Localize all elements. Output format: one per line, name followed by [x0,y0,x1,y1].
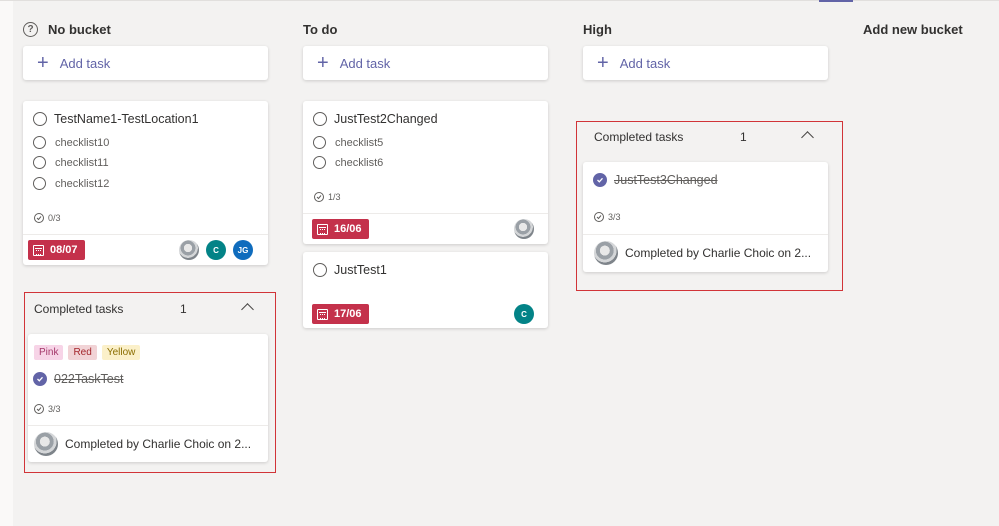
bucket-header-to-do[interactable]: To do [303,20,337,38]
task-title: TestName1-TestLocation1 [54,112,199,126]
complete-task-checkbox[interactable] [33,112,47,126]
task-title: JustTest2Changed [334,112,438,126]
checklist-item-checkbox[interactable] [33,136,46,149]
add-task-label: Add task [339,55,391,71]
avatar[interactable]: C [514,304,534,324]
add-task-label: Add task [59,55,111,71]
add-new-bucket-button[interactable]: Add new bucket [863,20,963,38]
completed-checkmark-icon[interactable] [593,173,607,187]
add-task-button-high[interactable]: + Add task [583,46,828,80]
checklist-item: checklist5 [335,136,384,149]
completed-by: Completed by Charlie Choic on 2... [594,241,811,265]
avatar[interactable] [514,219,534,239]
avatar[interactable] [179,240,199,260]
checklist-item: checklist6 [335,156,384,169]
avatar [34,432,58,456]
label-yellow: Yellow [101,345,141,360]
completed-count: 1 [740,130,747,144]
task-title: JustTest3Changed [614,173,718,187]
label-pink: Pink [34,345,64,360]
due-date-badge[interactable]: 16/06 [312,219,369,239]
checklist-progress: 0/3 [34,213,61,223]
bucket-title[interactable]: High [583,22,612,37]
bucket-header-no-bucket: ? No bucket [23,20,111,38]
completed-task-card[interactable]: Pink Red Yellow 022TaskTest 3/3 Complete… [28,334,268,462]
plus-icon: + [37,52,49,74]
checklist-progress: 3/3 [594,212,621,222]
completed-by: Completed by Charlie Choic on 2... [34,432,251,456]
calendar-icon [33,244,44,256]
completed-count: 1 [180,302,187,316]
checklist-progress: 1/3 [314,192,341,202]
bucket-title[interactable]: To do [303,22,337,37]
checklist-progress-icon [594,212,604,222]
avatar[interactable]: JG [233,240,253,260]
checklist-item-checkbox[interactable] [313,156,326,169]
add-task-label: Add task [619,55,671,71]
plus-icon: + [317,52,329,74]
completed-task-card[interactable]: JustTest3Changed 3/3 Completed by Charli… [583,162,828,272]
checklist-progress-icon [34,404,44,414]
bucket-header-high[interactable]: High [583,20,612,38]
checklist-item: checklist10 [55,136,110,149]
avatar[interactable]: C [206,240,226,260]
bucket-title: No bucket [48,21,111,37]
add-new-bucket-label[interactable]: Add new bucket [863,22,963,37]
checklist-item-checkbox[interactable] [313,136,326,149]
completed-checkmark-icon[interactable] [33,372,47,386]
card-divider [583,234,828,235]
label-red: Red [68,345,97,360]
calendar-icon [317,223,328,235]
checklist-progress-icon [34,213,44,223]
help-icon[interactable]: ? [23,21,38,37]
due-date-badge[interactable]: 17/06 [312,304,369,324]
card-divider [28,425,268,426]
plus-icon: + [597,52,609,74]
label-list: Pink Red Yellow [34,345,145,360]
checklist-item-checkbox[interactable] [33,177,46,190]
add-task-button-no-bucket[interactable]: + Add task [23,46,268,80]
task-card[interactable]: TestName1-TestLocation1 checklist10 chec… [23,101,268,265]
task-title: 022TaskTest [54,372,124,386]
active-tab-indicator [819,0,853,2]
add-task-button-to-do[interactable]: + Add task [303,46,548,80]
checklist-item-checkbox[interactable] [33,156,46,169]
avatar [594,241,618,265]
due-date-badge[interactable]: 08/07 [28,240,85,260]
completed-tasks-toggle[interactable]: Completed tasks [34,302,123,316]
completed-tasks-toggle[interactable]: Completed tasks [594,130,683,144]
card-divider [23,234,268,235]
checklist-progress-icon [314,192,324,202]
task-title: JustTest1 [334,263,387,277]
checklist-progress: 3/3 [34,404,61,414]
complete-task-checkbox[interactable] [313,112,327,126]
task-card[interactable]: JustTest1 17/06 C [303,252,548,328]
checklist-item: checklist11 [55,156,109,169]
checklist-item: checklist12 [55,177,110,190]
card-divider [303,213,548,214]
calendar-icon [317,308,328,320]
complete-task-checkbox[interactable] [313,263,327,277]
task-card[interactable]: JustTest2Changed checklist5 checklist6 1… [303,101,548,244]
left-sidebar-edge [0,0,13,526]
